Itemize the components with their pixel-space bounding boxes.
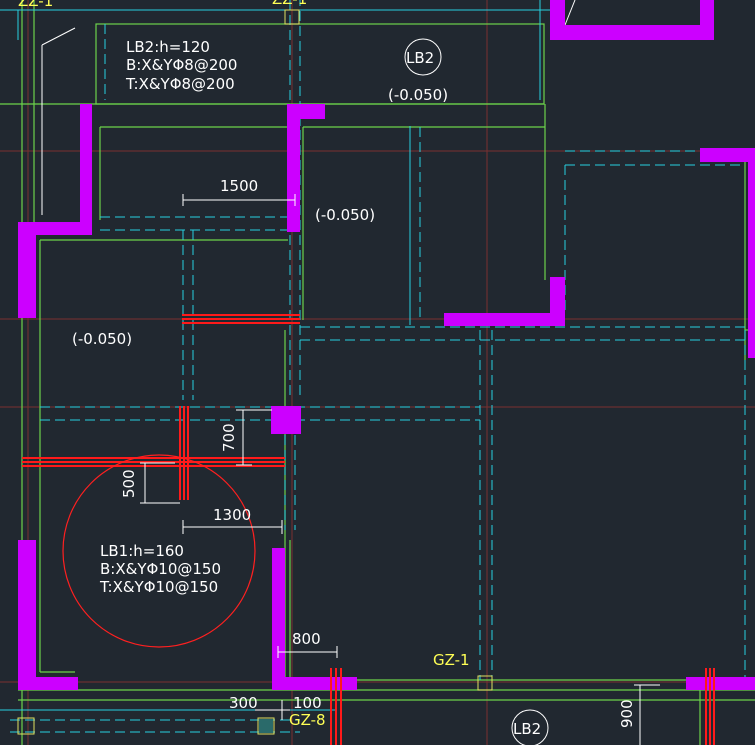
dim-900: 900	[618, 699, 636, 728]
tag-circles	[404, 38, 549, 745]
dim-500: 500	[120, 469, 138, 498]
dimension-lines	[140, 194, 660, 745]
wall-top-right	[550, 0, 714, 40]
dim-300: 300	[229, 694, 258, 712]
elevation-mid: (-0.050)	[315, 206, 375, 224]
column-fill-gz8	[259, 719, 273, 733]
dim-800: 800	[292, 630, 321, 648]
label-gz1: GZ-1	[433, 651, 470, 669]
wall-left-upper	[18, 104, 92, 318]
column-center	[271, 406, 301, 434]
lb2-spec-b: B:X&YΦ8@200	[126, 56, 237, 74]
label-zz-top: ZZ-1	[272, 0, 307, 8]
elevation-top: (-0.050)	[388, 86, 448, 104]
lb2-spec-t: T:X&YΦ8@200	[125, 75, 235, 93]
lb1-spec-h: LB1:h=160	[100, 542, 184, 560]
wall-center-right	[444, 277, 565, 326]
lb1-spec-t: T:X&YΦ10@150	[99, 578, 218, 596]
floor-plan-drawing: ZZ-1 ZZ-1 LB2:h=120 B:X&YΦ8@200 T:X&YΦ8@…	[0, 0, 755, 745]
wall-right-edge	[700, 148, 755, 162]
wall-center-lower	[272, 548, 357, 690]
dim-100: 100	[293, 694, 322, 712]
label-gz8: GZ-8	[289, 711, 326, 729]
elevation-left: (-0.050)	[72, 330, 132, 348]
label-zz-left: ZZ-1	[18, 0, 53, 10]
lb2-tag-top: LB2	[406, 49, 434, 67]
dim-1300: 1300	[213, 506, 251, 524]
wall-right-lower	[686, 677, 755, 690]
lb1-spec-b: B:X&YΦ10@150	[100, 560, 221, 578]
dim-700: 700	[220, 423, 238, 452]
wall-right-edge-2	[748, 148, 755, 358]
beam-lines	[0, 0, 755, 745]
lb2-tag-bottom: LB2	[513, 720, 541, 738]
axis-lines	[0, 0, 755, 745]
hidden-lines	[10, 0, 755, 733]
dim-1500: 1500	[220, 177, 258, 195]
lb2-spec-h: LB2:h=120	[126, 38, 210, 56]
wall-left-lower	[18, 540, 78, 690]
